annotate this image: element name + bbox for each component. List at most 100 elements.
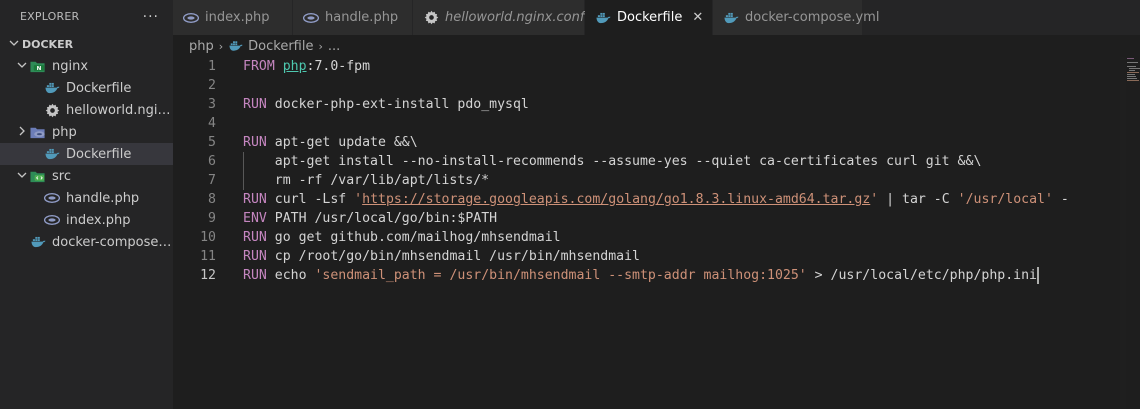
code-token: docker-php-ext-install pdo_mysql <box>266 97 529 112</box>
tab-index-php[interactable]: index.php <box>173 0 293 35</box>
chevron-down-icon <box>14 170 30 183</box>
tree-file[interactable]: index.php <box>0 209 173 231</box>
code-token: echo <box>266 268 315 283</box>
tab-handle-php[interactable]: handle.php <box>293 0 413 35</box>
close-icon[interactable]: ✕ <box>692 10 703 25</box>
line-number: 11 <box>200 249 216 264</box>
src-folder-icon <box>30 168 46 184</box>
tree-folder-src[interactable]: src <box>0 165 173 187</box>
code-line[interactable]: 9 ENV PATH /usr/local/go/bin:$PATH <box>173 209 1140 228</box>
line-number: 7 <box>208 173 216 188</box>
code-token: 'sendmail_path = /usr/bin/mhsendmail --s… <box>314 268 807 283</box>
code-line[interactable]: 11 RUN cp /root/go/bin/mhsendmail /usr/bi… <box>173 247 1140 266</box>
tab-label: docker-compose.yml <box>745 10 880 25</box>
tab-helloworld-nginx-conf[interactable]: helloworld.nginx.conf <box>413 0 585 35</box>
tree-item-label: Dockerfile <box>66 146 132 162</box>
chevron-down-icon <box>14 60 30 73</box>
line-number: 9 <box>208 211 216 226</box>
line-number: 10 <box>200 230 216 245</box>
code-token: apt-get install --no-install-recommends … <box>243 154 982 169</box>
tree-file[interactable]: docker-compose.yml <box>0 231 173 253</box>
chevron-right-icon: › <box>218 39 224 53</box>
code-text: ENV PATH /usr/local/go/bin:$PATH <box>243 209 497 228</box>
workspace-root[interactable]: DOCKER <box>0 33 173 55</box>
code-line[interactable]: 1 FROM php:7.0-fpm <box>173 57 1140 76</box>
line-number: 4 <box>208 116 216 131</box>
tree-item-label: helloworld.nginx.conf <box>66 102 173 118</box>
file-tree: Nnginx Dockerfile helloworld.nginx.conf php… <box>0 55 173 253</box>
code-token: RUN <box>243 192 267 207</box>
tab-dockerfile[interactable]: Dockerfile ✕ <box>585 0 713 35</box>
code-token: RUN <box>243 135 267 150</box>
code-line[interactable]: 12 RUN echo 'sendmail_path = /usr/bin/mhs… <box>173 266 1140 285</box>
tree-item-label: index.php <box>66 212 131 228</box>
php-folder-icon <box>30 124 46 140</box>
code-token: rm -rf /var/lib/apt/lists/* <box>243 173 490 188</box>
tree-item-label: nginx <box>52 58 89 74</box>
tree-folder-nginx[interactable]: Nnginx <box>0 55 173 77</box>
chevron-right-icon <box>14 126 30 139</box>
tree-item-label: docker-compose.yml <box>52 234 173 250</box>
code-token: https://storage.googleapis.com/golang/go… <box>362 192 871 207</box>
tree-file[interactable]: helloworld.nginx.conf <box>0 99 173 121</box>
code-editor[interactable]: 1 FROM php:7.0-fpm 2 3 RUN docker-php-ext-in… <box>173 57 1140 409</box>
code-token: '/usr/local' <box>957 192 1053 207</box>
code-text: RUN apt-get update &&\ <box>243 133 418 152</box>
breadcrumb-file[interactable]: Dockerfile <box>248 39 313 54</box>
line-number: 8 <box>208 192 216 207</box>
code-line[interactable]: 2 <box>173 76 1140 95</box>
gear-icon <box>44 102 60 118</box>
code-line[interactable]: 6 apt-get install --no-install-recommend… <box>173 152 1140 171</box>
code-token: :7.0-fpm <box>306 59 371 74</box>
more-actions-icon[interactable]: ··· <box>143 9 159 25</box>
tab-label: handle.php <box>325 10 399 25</box>
line-number: 6 <box>208 154 216 169</box>
code-line[interactable]: 10 RUN go get github.com/mailhog/mhsendma… <box>173 228 1140 247</box>
code-token: RUN <box>243 97 267 112</box>
tree-file[interactable]: Dockerfile <box>0 77 173 99</box>
svg-text:N: N <box>37 65 42 71</box>
docker-icon <box>44 146 60 162</box>
code-text: RUN curl -Lsf 'https://storage.googleapi… <box>243 190 1069 209</box>
tree-item-label: php <box>52 124 77 140</box>
php-file-icon <box>303 10 319 26</box>
code-text: RUN go get github.com/mailhog/mhsendmail <box>243 228 561 247</box>
line-number: 12 <box>200 268 216 283</box>
chevron-right-icon: › <box>318 39 323 53</box>
code-token: curl -Lsf <box>266 192 355 207</box>
code-line[interactable]: 4 <box>173 114 1140 133</box>
code-token: RUN <box>243 230 267 245</box>
code-line[interactable]: 7 rm -rf /var/lib/apt/lists/* <box>173 171 1140 190</box>
code-text: RUN docker-php-ext-install pdo_mysql <box>243 95 529 114</box>
breadcrumb-more[interactable]: ... <box>328 39 340 54</box>
tab-label: helloworld.nginx.conf <box>445 10 585 25</box>
code-token: apt-get update &&\ <box>266 135 418 150</box>
tab-label: Dockerfile <box>617 10 683 25</box>
code-text: apt-get install --no-install-recommends … <box>243 152 982 171</box>
tree-item-label: src <box>52 168 71 184</box>
indent-guide <box>243 152 244 190</box>
docker-icon <box>723 10 739 26</box>
code-token: go get github.com/mailhog/mhsendmail <box>266 230 561 245</box>
code-token: > /usr/local/etc/php/php.ini <box>806 268 1037 283</box>
tab-label: index.php <box>205 10 270 25</box>
code-line[interactable]: 3 RUN docker-php-ext-install pdo_mysql <box>173 95 1140 114</box>
code-token: RUN <box>243 268 267 283</box>
code-line[interactable]: 8 RUN curl -Lsf 'https://storage.googleap… <box>173 190 1140 209</box>
line-number: 3 <box>208 97 216 112</box>
code-token: PATH /usr/local/go/bin:$PATH <box>266 211 498 226</box>
tree-file[interactable]: handle.php <box>0 187 173 209</box>
code-line[interactable]: 5 RUN apt-get update &&\ <box>173 133 1140 152</box>
code-token: FROM <box>243 59 275 74</box>
breadcrumb: php › Dockerfile › ... <box>173 35 1140 57</box>
tree-folder-php[interactable]: php <box>0 121 173 143</box>
chevron-down-icon <box>6 38 22 51</box>
tab-docker-compose-yml[interactable]: docker-compose.yml <box>713 0 879 35</box>
tree-item-label: handle.php <box>66 190 140 206</box>
code-token: ENV <box>243 211 267 226</box>
code-text: FROM php:7.0-fpm <box>243 57 370 76</box>
docker-icon <box>30 234 46 250</box>
explorer-title: EXPLORER <box>20 10 80 23</box>
tree-file[interactable]: Dockerfile <box>0 143 173 165</box>
breadcrumb-folder[interactable]: php <box>189 39 214 54</box>
